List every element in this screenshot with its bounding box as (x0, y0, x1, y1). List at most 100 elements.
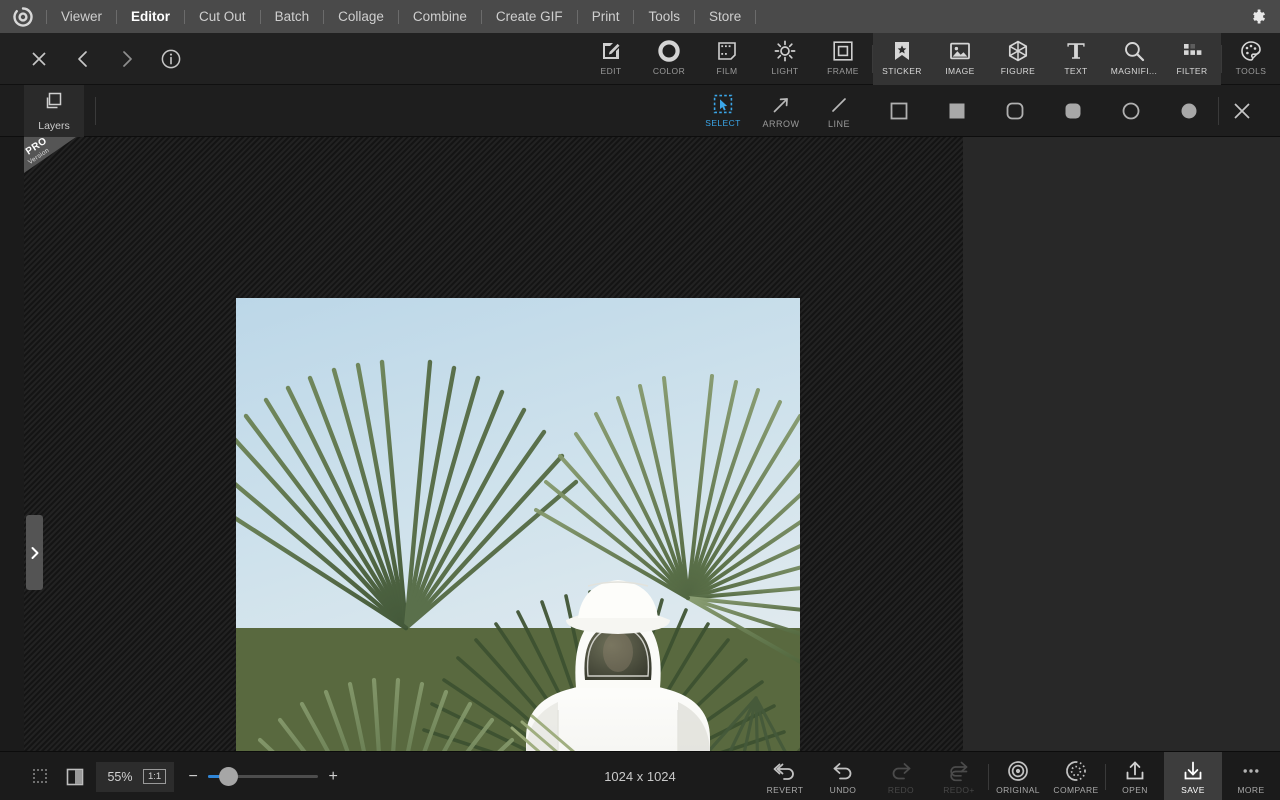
next-button[interactable] (110, 41, 144, 77)
rounded-square-filled-shape[interactable] (1044, 85, 1102, 137)
sub-toolbar: Layers SELECT ARROW LINE (0, 85, 1280, 137)
mode-label: ARROW (762, 119, 800, 129)
menu-item-combine[interactable]: Combine (399, 0, 481, 33)
menu-item-batch[interactable]: Batch (261, 0, 324, 33)
menu-item-editor[interactable]: Editor (117, 0, 184, 33)
open-up-arrow-icon (1123, 759, 1147, 783)
square-filled-shape[interactable] (928, 85, 986, 137)
action-label: OPEN (1122, 784, 1148, 795)
action-label: REDO+ (943, 784, 975, 795)
app-logo-icon[interactable] (0, 0, 46, 33)
panel-expand-handle[interactable] (26, 515, 43, 590)
zoom-slider-handle[interactable] (219, 767, 239, 786)
actual-size-button[interactable]: 1:1 (143, 768, 167, 785)
action-button-more[interactable]: MORE (1222, 752, 1280, 800)
menu-item-cut-out[interactable]: Cut Out (185, 0, 260, 33)
tool-button-magnifi-[interactable]: MAGNIFI... (1105, 33, 1163, 85)
split-view-icon (66, 768, 84, 785)
tool-label: COLOR (652, 66, 686, 76)
subbar-close-button[interactable] (1216, 85, 1268, 137)
hexagon-icon (1006, 38, 1030, 64)
action-button-save[interactable]: SAVE (1164, 752, 1222, 800)
redo-plus-icon (947, 759, 971, 783)
action-button-open[interactable]: OPEN (1106, 752, 1164, 800)
tool-button-text[interactable]: TEXT (1047, 33, 1105, 85)
circle-filled-shape[interactable] (1160, 85, 1218, 137)
mode-button-arrow[interactable]: ARROW (752, 85, 810, 137)
action-label: ORIGINAL (996, 784, 1040, 795)
tool-button-sticker[interactable]: STICKER (873, 33, 931, 85)
info-button[interactable] (154, 41, 188, 77)
tool-label: EDIT (600, 66, 622, 76)
split-view-button[interactable] (58, 760, 92, 794)
tool-button-figure[interactable]: FIGURE (989, 33, 1047, 85)
marquee-select-icon (712, 92, 734, 116)
line-icon (828, 93, 850, 117)
navigation-icons (22, 33, 188, 85)
tool-button-image[interactable]: IMAGE (931, 33, 989, 85)
redo-icon (889, 759, 913, 783)
tool-button-frame[interactable]: FRAME (814, 33, 872, 85)
action-button-revert[interactable]: REVERT (756, 752, 814, 800)
settings-gear-button[interactable] (1234, 0, 1280, 33)
action-button-compare[interactable]: COMPARE (1047, 752, 1105, 800)
app-window: Viewer Editor Cut Out Batch Collage Combine Cr… (0, 0, 1280, 800)
gear-icon (1252, 9, 1265, 24)
toolbar-divider (95, 97, 96, 125)
picture-icon (948, 38, 972, 64)
previous-button[interactable] (66, 41, 100, 77)
zoom-slider-group: − + (186, 767, 340, 786)
tool-button-film[interactable]: FILM (698, 33, 756, 85)
menu-item-viewer[interactable]: Viewer (47, 0, 116, 33)
revert-icon (773, 759, 797, 783)
grid-toggle-button[interactable] (24, 760, 58, 794)
action-button-redo-: REDO+ (930, 752, 988, 800)
mode-button-select[interactable]: SELECT (694, 85, 752, 134)
shape-group (870, 85, 1218, 137)
sticker-star-icon (890, 38, 914, 64)
layers-icon (43, 90, 65, 117)
zoom-slider[interactable] (208, 767, 319, 786)
close-button[interactable] (22, 41, 56, 77)
image-dimensions-label: 1024 x 1024 (604, 769, 676, 784)
zoom-in-button[interactable]: + (326, 768, 340, 785)
tool-button-filter[interactable]: FILTER (1163, 33, 1221, 85)
tool-button-edit[interactable]: EDIT (582, 33, 640, 85)
action-label: UNDO (829, 784, 857, 795)
left-gutter (0, 137, 24, 751)
circle-outline-shape[interactable] (1102, 85, 1160, 137)
layers-label: Layers (38, 120, 70, 132)
square-outline-shape[interactable] (870, 85, 928, 137)
menu-item-create-gif[interactable]: Create GIF (482, 0, 577, 33)
tool-label: FILM (716, 66, 738, 76)
action-label: MORE (1237, 784, 1265, 795)
canvas-workspace[interactable] (24, 137, 963, 800)
tool-label: TEXT (1064, 66, 1088, 76)
bottom-bar: 55% 1:1 − + 1024 x 1024 REVERT UNDO REDO RE… (0, 751, 1280, 800)
action-button-undo[interactable]: UNDO (814, 752, 872, 800)
menu-item-collage[interactable]: Collage (324, 0, 398, 33)
tool-label: IMAGE (945, 66, 975, 76)
mode-label: LINE (827, 119, 850, 129)
right-panel (963, 137, 1280, 751)
layers-button[interactable]: Layers (24, 85, 84, 137)
mode-button-line[interactable]: LINE (810, 85, 868, 137)
close-icon (1234, 103, 1250, 119)
tool-button-color[interactable]: COLOR (640, 33, 698, 85)
main-toolbar: EDIT COLOR FILM LIGHT FRAME STICKER IMAGE FIGUR… (0, 33, 1280, 85)
action-button-original[interactable]: ORIGINAL (989, 752, 1047, 800)
tool-buttons: EDIT COLOR FILM LIGHT FRAME STICKER IMAGE FIGUR… (582, 33, 1280, 85)
action-label: COMPARE (1053, 784, 1099, 795)
zoom-out-button[interactable]: − (186, 768, 200, 785)
image-canvas[interactable] (236, 298, 800, 800)
rounded-square-outline-shape[interactable] (986, 85, 1044, 137)
zoom-level-chip[interactable]: 55% 1:1 (96, 761, 175, 792)
mode-label: SELECT (705, 117, 741, 128)
tool-button-tools[interactable]: TOOLS (1222, 33, 1280, 85)
menu-item-store[interactable]: Store (695, 0, 755, 33)
menu-item-print[interactable]: Print (578, 0, 634, 33)
menu-item-tools[interactable]: Tools (634, 0, 694, 33)
tool-button-light[interactable]: LIGHT (756, 33, 814, 85)
pro-version-badge[interactable]: PRO Version (24, 137, 76, 173)
tool-label: FRAME (827, 66, 859, 76)
